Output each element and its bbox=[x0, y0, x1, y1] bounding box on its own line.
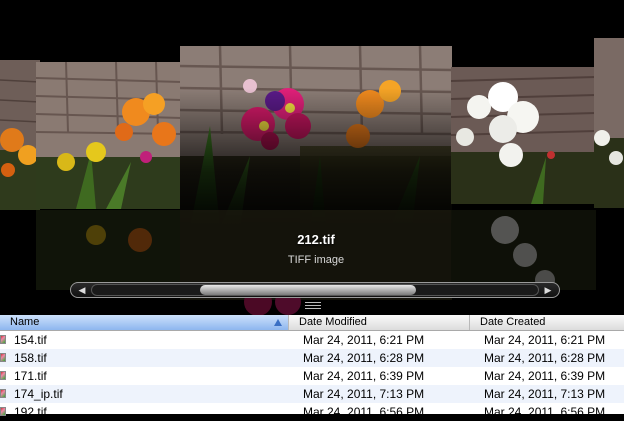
flower-photo bbox=[36, 62, 182, 209]
flower-photo bbox=[451, 67, 596, 204]
date-modified: Mar 24, 2011, 6:21 PM bbox=[303, 333, 425, 347]
date-modified: Mar 24, 2011, 6:39 PM bbox=[303, 369, 425, 383]
column-header-label: Date Created bbox=[480, 316, 546, 328]
column-header-name[interactable]: Name bbox=[0, 315, 289, 330]
list-row[interactable]: 174_ip.tif Mar 24, 2011, 7:13 PM Mar 24,… bbox=[0, 385, 624, 403]
date-modified: Mar 24, 2011, 6:28 PM bbox=[303, 351, 425, 365]
scroll-left-arrow-icon[interactable]: ◀ bbox=[73, 284, 91, 296]
list-row[interactable]: 192.tif Mar 24, 2011, 6:56 PM Mar 24, 20… bbox=[0, 403, 624, 421]
selected-file-kind: TIFF image bbox=[287, 254, 345, 266]
list-row[interactable]: 154.tif Mar 24, 2011, 6:21 PM Mar 24, 20… bbox=[0, 331, 624, 349]
column-header-label: Name bbox=[10, 316, 40, 328]
list-header: Name Date Modified Date Created bbox=[0, 315, 624, 331]
column-header-date-modified[interactable]: Date Modified bbox=[289, 315, 470, 330]
scroll-right-arrow-icon[interactable]: ▶ bbox=[539, 284, 557, 296]
flower-photo bbox=[180, 46, 452, 228]
file-name: 174_ip.tif bbox=[14, 387, 63, 401]
selected-file-name: 212.tif bbox=[297, 232, 335, 247]
date-created: Mar 24, 2011, 7:13 PM bbox=[484, 387, 606, 401]
flower-photo bbox=[0, 60, 40, 210]
cover-thumbnail[interactable] bbox=[594, 38, 624, 208]
date-created: Mar 24, 2011, 6:56 PM bbox=[484, 405, 606, 419]
scrollbar-track[interactable] bbox=[91, 284, 539, 296]
list-row[interactable]: 158.tif Mar 24, 2011, 6:28 PM Mar 24, 20… bbox=[0, 349, 624, 367]
file-name: 171.tif bbox=[14, 369, 47, 383]
file-name: 192.tif bbox=[14, 405, 47, 419]
tiff-file-icon bbox=[0, 353, 6, 362]
date-created: Mar 24, 2011, 6:39 PM bbox=[484, 369, 606, 383]
split-resize-handle-icon[interactable] bbox=[305, 300, 321, 309]
tiff-file-icon bbox=[0, 335, 6, 344]
date-created: Mar 24, 2011, 6:28 PM bbox=[484, 351, 606, 365]
list-rows: 154.tif Mar 24, 2011, 6:21 PM Mar 24, 20… bbox=[0, 331, 624, 421]
file-list[interactable]: Name Date Modified Date Created 154.tif … bbox=[0, 315, 624, 419]
date-created: Mar 24, 2011, 6:21 PM bbox=[484, 333, 606, 347]
file-name: 158.tif bbox=[14, 351, 47, 365]
tiff-file-icon bbox=[0, 371, 6, 380]
flower-photo bbox=[594, 38, 624, 208]
date-modified: Mar 24, 2011, 7:13 PM bbox=[303, 387, 425, 401]
sort-ascending-icon bbox=[274, 319, 282, 326]
tiff-file-icon bbox=[0, 389, 6, 398]
cover-thumbnail[interactable] bbox=[0, 60, 40, 210]
cover-thumbnail[interactable] bbox=[451, 67, 596, 204]
column-header-date-created[interactable]: Date Created bbox=[470, 315, 624, 330]
list-row[interactable]: 171.tif Mar 24, 2011, 6:39 PM Mar 24, 20… bbox=[0, 367, 624, 385]
selected-cover[interactable] bbox=[180, 46, 452, 228]
cover-thumbnail[interactable] bbox=[36, 62, 182, 209]
file-name: 154.tif bbox=[14, 333, 47, 347]
tiff-file-icon bbox=[0, 407, 6, 416]
scrollbar-thumb[interactable] bbox=[200, 285, 416, 295]
column-header-label: Date Modified bbox=[299, 316, 367, 328]
date-modified: Mar 24, 2011, 6:56 PM bbox=[303, 405, 425, 419]
cover-flow-scrollbar[interactable]: ◀ ▶ bbox=[70, 282, 560, 298]
cover-flow[interactable]: 212.tif TIFF image ◀ ▶ bbox=[0, 0, 624, 315]
